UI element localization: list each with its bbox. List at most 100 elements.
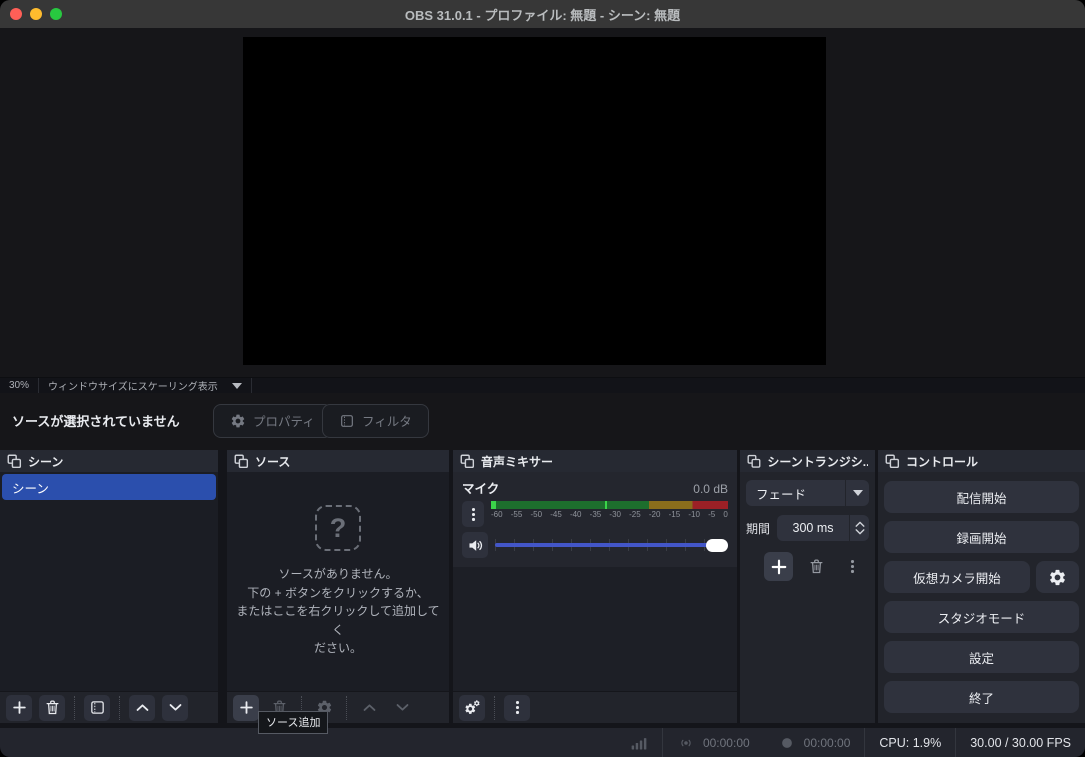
sources-panel-title: ソース bbox=[255, 454, 291, 469]
sources-empty-state[interactable]: ? ソースがありません。 下の + ボタンをクリックするか、 またはここを右クリ… bbox=[227, 472, 449, 691]
add-transition-button[interactable] bbox=[764, 552, 793, 581]
scene-list-item-selected[interactable]: シーン bbox=[2, 474, 216, 500]
add-scene-button[interactable] bbox=[6, 694, 32, 721]
exit-label: 終了 bbox=[968, 691, 994, 706]
mixer-panel-header[interactable]: 音声ミキサー bbox=[453, 450, 737, 472]
settings-button[interactable]: 設定 bbox=[884, 641, 1079, 673]
studio-mode-button[interactable]: スタジオモード bbox=[884, 601, 1079, 633]
kebab-menu-icon bbox=[515, 700, 519, 715]
start-recording-button[interactable]: 録画開始 bbox=[884, 521, 1079, 553]
move-scene-up-button[interactable] bbox=[129, 694, 155, 721]
record-icon bbox=[781, 737, 792, 748]
transitions-body: フェード 期間 300 ms bbox=[740, 472, 875, 723]
preview-area: 30% ウィンドウサイズにスケーリング表示 ソースが選択されていません プロパテ… bbox=[0, 28, 1085, 450]
transition-select[interactable]: フェード bbox=[746, 480, 869, 506]
volume-slider[interactable] bbox=[495, 537, 728, 553]
properties-button-label: プロパティ bbox=[253, 415, 315, 429]
toolbar-separator bbox=[74, 695, 75, 720]
obs-window: OBS 31.0.1 - プロファイル: 無題 - シーン: 無題 30% ウィ… bbox=[0, 0, 1085, 757]
scale-mode-dropdown[interactable]: ウィンドウサイズにスケーリング表示 bbox=[39, 378, 252, 393]
meter-peak-indicator bbox=[491, 501, 496, 509]
preview-canvas[interactable] bbox=[243, 37, 826, 365]
controls-panel-title: コントロール bbox=[906, 454, 979, 469]
filters-button[interactable]: フィルタ bbox=[322, 403, 429, 438]
add-source-tooltip: ソース追加 bbox=[258, 711, 329, 734]
fps-text: 30.00 / 30.00 FPS bbox=[970, 735, 1071, 750]
zoom-level[interactable]: 30% bbox=[0, 378, 40, 393]
dock-icon bbox=[460, 454, 475, 468]
add-source-button[interactable] bbox=[233, 694, 259, 721]
stream-timer: 00:00:00 bbox=[663, 728, 764, 757]
transition-buttons bbox=[746, 552, 869, 581]
dock-icon bbox=[7, 454, 22, 468]
scenes-toolbar bbox=[0, 691, 218, 723]
mute-button[interactable] bbox=[462, 532, 488, 558]
empty-line: 下の + ボタンをクリックするか、 bbox=[247, 585, 429, 600]
record-time: 00:00:00 bbox=[803, 735, 851, 750]
duration-value: 300 ms bbox=[792, 521, 834, 535]
toolbar-separator bbox=[346, 695, 347, 720]
virtual-camera-settings-button[interactable] bbox=[1036, 561, 1079, 593]
advanced-audio-button[interactable] bbox=[459, 694, 485, 721]
empty-line: ソースがありません。 bbox=[278, 567, 398, 582]
minimize-window-button[interactable] bbox=[30, 8, 42, 20]
mixer-empty-area bbox=[453, 567, 737, 691]
slider-handle[interactable] bbox=[706, 538, 728, 552]
duration-label: 期間 bbox=[746, 521, 771, 536]
mixer-channel-mic: マイク 0.0 dB -60 -55 -50 -45 -40 -35 -30 -25 -20 -1… bbox=[453, 472, 737, 567]
filters-button-label: フィルタ bbox=[362, 415, 412, 429]
scene-filters-button[interactable] bbox=[84, 694, 110, 721]
connection-quality bbox=[616, 728, 662, 757]
zoom-window-button[interactable] bbox=[50, 8, 62, 20]
mixer-panel-title: 音声ミキサー bbox=[481, 454, 554, 469]
scene-list: シーン bbox=[0, 472, 218, 691]
gear-icon bbox=[1048, 568, 1067, 587]
settings-label: 設定 bbox=[968, 651, 994, 666]
start-streaming-button[interactable]: 配信開始 bbox=[884, 481, 1079, 513]
title-bar: OBS 31.0.1 - プロファイル: 無題 - シーン: 無題 bbox=[0, 0, 1085, 28]
sources-panel-header[interactable]: ソース bbox=[227, 450, 449, 472]
transition-menu-button[interactable] bbox=[839, 554, 865, 580]
chevron-up-icon bbox=[363, 704, 375, 711]
properties-button[interactable]: プロパティ bbox=[213, 403, 332, 438]
gear-icon bbox=[230, 413, 246, 429]
empty-line: またはここを右クリックして追加してく bbox=[236, 604, 440, 637]
status-bar: 00:00:00 00:00:00 CPU: 1.9% 30.00 / 30.0… bbox=[0, 728, 1085, 757]
channel-menu-button[interactable] bbox=[462, 501, 484, 527]
kebab-menu-icon bbox=[850, 559, 854, 574]
dock-icon bbox=[234, 454, 249, 468]
mixer-menu-button[interactable] bbox=[504, 694, 530, 721]
dock-icon bbox=[885, 454, 900, 468]
plus-icon bbox=[12, 701, 26, 714]
preview-scale-bar: 30% ウィンドウサイズにスケーリング表示 bbox=[0, 377, 1085, 393]
move-scene-down-button[interactable] bbox=[162, 694, 188, 721]
slider-track bbox=[495, 543, 728, 547]
remove-transition-button[interactable] bbox=[803, 554, 829, 580]
start-recording-label: 録画開始 bbox=[956, 531, 1007, 546]
channel-level-db: 0.0 dB bbox=[693, 482, 728, 496]
scenes-panel: シーン シーン bbox=[0, 450, 218, 723]
start-virtual-camera-button[interactable]: 仮想カメラ開始 bbox=[884, 561, 1030, 593]
duration-spinbox[interactable]: 300 ms bbox=[777, 515, 869, 541]
sources-panel: ソース ? ソースがありません。 下の + ボタンをクリックするか、 またはここ… bbox=[227, 450, 449, 723]
trash-icon bbox=[46, 700, 58, 715]
source-selection-bar: ソースが選択されていません プロパティ フィルタ bbox=[0, 398, 1085, 443]
scenes-panel-header[interactable]: シーン bbox=[0, 450, 218, 472]
move-source-up-button[interactable] bbox=[356, 695, 382, 721]
chevron-down-icon bbox=[852, 490, 863, 496]
dock-area: シーン シーン ソース ? ソースがありません。 下の + ボタンをクリックする… bbox=[0, 450, 1085, 723]
chevron-down-icon bbox=[231, 382, 242, 389]
chevron-up-icon bbox=[136, 704, 148, 711]
close-window-button[interactable] bbox=[10, 8, 22, 20]
move-source-down-button[interactable] bbox=[389, 695, 415, 721]
exit-button[interactable]: 終了 bbox=[884, 681, 1079, 713]
chevron-down-icon bbox=[169, 704, 181, 711]
transitions-panel-header[interactable]: シーントランジシ... bbox=[740, 450, 875, 472]
selection-status-text: ソースが選択されていません bbox=[12, 414, 180, 429]
fps-indicator: 30.00 / 30.00 FPS bbox=[956, 728, 1085, 757]
dropdown-arrow bbox=[845, 480, 869, 506]
duration-spin-buttons[interactable] bbox=[849, 515, 869, 541]
remove-scene-button[interactable] bbox=[39, 694, 65, 721]
toolbar-separator bbox=[494, 695, 495, 720]
controls-panel-header[interactable]: コントロール bbox=[878, 450, 1085, 472]
